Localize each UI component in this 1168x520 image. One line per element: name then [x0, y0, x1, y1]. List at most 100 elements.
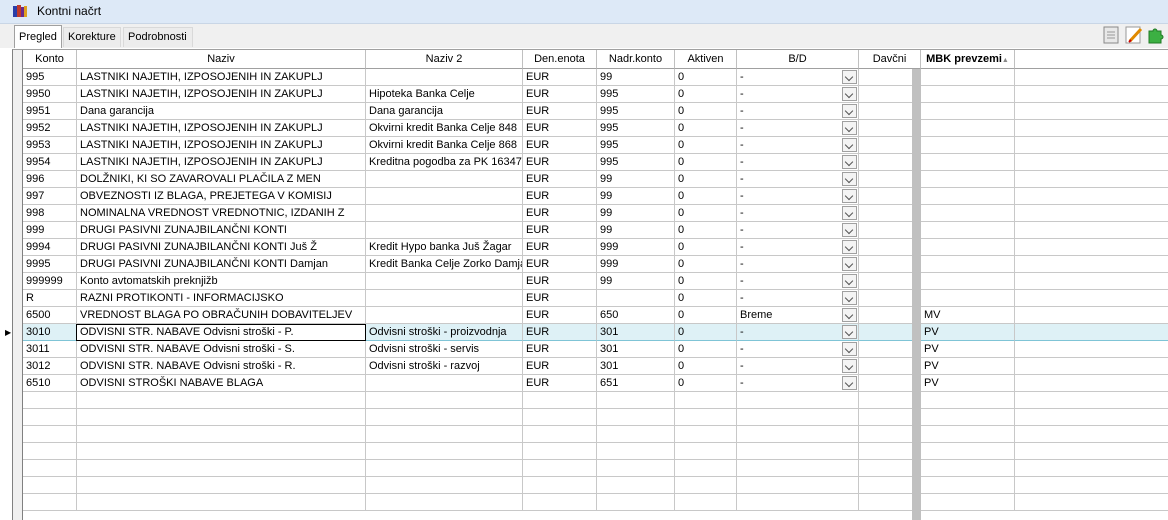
cell-naziv-2[interactable]: [366, 188, 523, 205]
cell-naziv-2[interactable]: [366, 307, 523, 324]
column-header-mbk-prevzemi[interactable]: MBK prevzemi▲: [921, 50, 1015, 69]
cell-aktiven[interactable]: 0: [675, 307, 737, 324]
cell-bd[interactable]: -: [737, 103, 859, 120]
cell-naziv-2[interactable]: Dana garancija: [366, 103, 523, 120]
table-row[interactable]: 9995 DRUGI PASIVNI ZUNAJBILANČNI KONTI Da…: [13, 256, 1168, 273]
cell-den-enota[interactable]: EUR: [523, 341, 597, 358]
column-header-konto[interactable]: Konto: [23, 50, 77, 69]
cell-naziv[interactable]: ODVISNI STROŠKI NABAVE BLAGA: [77, 375, 366, 392]
cell-bd[interactable]: [737, 460, 859, 477]
cell-den-enota[interactable]: EUR: [523, 307, 597, 324]
cell-bd[interactable]: -: [737, 86, 859, 103]
cell-bd[interactable]: -: [737, 205, 859, 222]
cell-naziv-2[interactable]: [366, 392, 523, 409]
column-header-naziv[interactable]: Naziv: [77, 50, 366, 69]
cell-naziv[interactable]: [77, 426, 366, 443]
cell-nadr-konto[interactable]: 999: [597, 239, 675, 256]
cell-bd[interactable]: -: [737, 273, 859, 290]
cell-naziv[interactable]: VREDNOST BLAGA PO OBRAČUNIH DOBAVITELJEV: [77, 307, 366, 324]
bd-dropdown-chevron-down-icon[interactable]: [842, 189, 857, 203]
cell-aktiven[interactable]: [675, 460, 737, 477]
cell-konto[interactable]: 3012: [23, 358, 77, 375]
cell-naziv-2[interactable]: [366, 494, 523, 511]
cell-nadr-konto[interactable]: 995: [597, 154, 675, 171]
cell-mbk-prevzemi[interactable]: [921, 205, 1015, 222]
cell-mbk-prevzemi[interactable]: [921, 409, 1015, 426]
cell-aktiven[interactable]: 0: [675, 290, 737, 307]
cell-mbk-prevzemi[interactable]: [921, 103, 1015, 120]
cell-konto[interactable]: 9995: [23, 256, 77, 273]
cell-mbk-prevzemi[interactable]: [921, 86, 1015, 103]
empty-table-row[interactable]: [13, 494, 1168, 511]
cell-naziv-2[interactable]: [366, 409, 523, 426]
cell-naziv[interactable]: [77, 477, 366, 494]
cell-aktiven[interactable]: 0: [675, 375, 737, 392]
cell-aktiven[interactable]: 0: [675, 103, 737, 120]
empty-table-row[interactable]: [13, 426, 1168, 443]
cell-bd[interactable]: [737, 392, 859, 409]
cell-naziv-2[interactable]: Okvirni kredit Banka Celje 848: [366, 120, 523, 137]
cell-nadr-konto[interactable]: 995: [597, 103, 675, 120]
cell-mbk-prevzemi[interactable]: [921, 256, 1015, 273]
document-icon[interactable]: [1101, 25, 1121, 45]
cell-nadr-konto[interactable]: [597, 426, 675, 443]
bd-dropdown-chevron-down-icon[interactable]: [842, 206, 857, 220]
cell-aktiven[interactable]: 0: [675, 324, 737, 341]
cell-mbk-prevzemi[interactable]: [921, 137, 1015, 154]
bd-dropdown-chevron-down-icon[interactable]: [842, 240, 857, 254]
table-row[interactable]: 6510 ODVISNI STROŠKI NABAVE BLAGA EUR 651 0-…: [13, 375, 1168, 392]
cell-nadr-konto[interactable]: 99: [597, 205, 675, 222]
cell-naziv[interactable]: Dana garancija: [77, 103, 366, 120]
cell-aktiven[interactable]: [675, 494, 737, 511]
cell-naziv[interactable]: DRUGI PASIVNI ZUNAJBILANČNI KONTI Juš Ž: [77, 239, 366, 256]
cell-mbk-prevzemi[interactable]: [921, 426, 1015, 443]
cell-konto[interactable]: 997: [23, 188, 77, 205]
cell-naziv-2[interactable]: [366, 171, 523, 188]
cell-bd[interactable]: -: [737, 222, 859, 239]
cell-bd[interactable]: -: [737, 154, 859, 171]
tab-podrobnosti[interactable]: Podrobnosti: [123, 27, 193, 47]
cell-konto[interactable]: [23, 477, 77, 494]
cell-bd[interactable]: -: [737, 341, 859, 358]
cell-naziv-2[interactable]: Kredit Banka Celje Zorko Damja: [366, 256, 523, 273]
cell-naziv-2[interactable]: [366, 426, 523, 443]
cell-bd[interactable]: [737, 494, 859, 511]
cell-bd[interactable]: -: [737, 188, 859, 205]
cell-nadr-konto[interactable]: 301: [597, 324, 675, 341]
cell-naziv-2[interactable]: [366, 273, 523, 290]
cell-aktiven[interactable]: 0: [675, 358, 737, 375]
cell-bd[interactable]: -: [737, 256, 859, 273]
cell-aktiven[interactable]: [675, 409, 737, 426]
tab-pregled[interactable]: Pregled: [14, 25, 62, 48]
empty-table-row[interactable]: [13, 409, 1168, 426]
cell-naziv[interactable]: LASTNIKI NAJETIH, IZPOSOJENIH IN ZAKUPLJ: [77, 86, 366, 103]
cell-bd[interactable]: [737, 477, 859, 494]
cell-aktiven[interactable]: [675, 477, 737, 494]
cell-nadr-konto[interactable]: 99: [597, 273, 675, 290]
bd-dropdown-chevron-down-icon[interactable]: [842, 308, 857, 322]
table-row[interactable]: 9994 DRUGI PASIVNI ZUNAJBILANČNI KONTI Ju…: [13, 239, 1168, 256]
cell-bd[interactable]: -: [737, 69, 859, 86]
cell-naziv[interactable]: DOLŽNIKI, KI SO ZAVAROVALI PLAČILA Z MEN: [77, 171, 366, 188]
cell-den-enota[interactable]: EUR: [523, 86, 597, 103]
cell-den-enota[interactable]: [523, 392, 597, 409]
bd-dropdown-chevron-down-icon[interactable]: [842, 376, 857, 390]
table-row[interactable]: 9953 LASTNIKI NAJETIH, IZPOSOJENIH IN ZAK…: [13, 137, 1168, 154]
cell-aktiven[interactable]: 0: [675, 273, 737, 290]
cell-den-enota[interactable]: [523, 460, 597, 477]
cell-naziv[interactable]: DRUGI PASIVNI ZUNAJBILANČNI KONTI: [77, 222, 366, 239]
cell-aktiven[interactable]: 0: [675, 239, 737, 256]
cell-naziv[interactable]: [77, 460, 366, 477]
table-row[interactable]: 9951 Dana garancija Dana garancija EUR 995 0 -: [13, 103, 1168, 120]
bd-dropdown-chevron-down-icon[interactable]: [842, 172, 857, 186]
cell-nadr-konto[interactable]: 651: [597, 375, 675, 392]
cell-mbk-prevzemi[interactable]: [921, 460, 1015, 477]
cell-mbk-prevzemi[interactable]: [921, 69, 1015, 86]
table-row[interactable]: 9954 LASTNIKI NAJETIH, IZPOSOJENIH IN ZAK…: [13, 154, 1168, 171]
table-row[interactable]: 9950 LASTNIKI NAJETIH, IZPOSOJENIH IN ZAK…: [13, 86, 1168, 103]
cell-den-enota[interactable]: EUR: [523, 358, 597, 375]
cell-aktiven[interactable]: 0: [675, 256, 737, 273]
cell-aktiven[interactable]: 0: [675, 205, 737, 222]
cell-mbk-prevzemi[interactable]: [921, 154, 1015, 171]
cell-den-enota[interactable]: EUR: [523, 239, 597, 256]
